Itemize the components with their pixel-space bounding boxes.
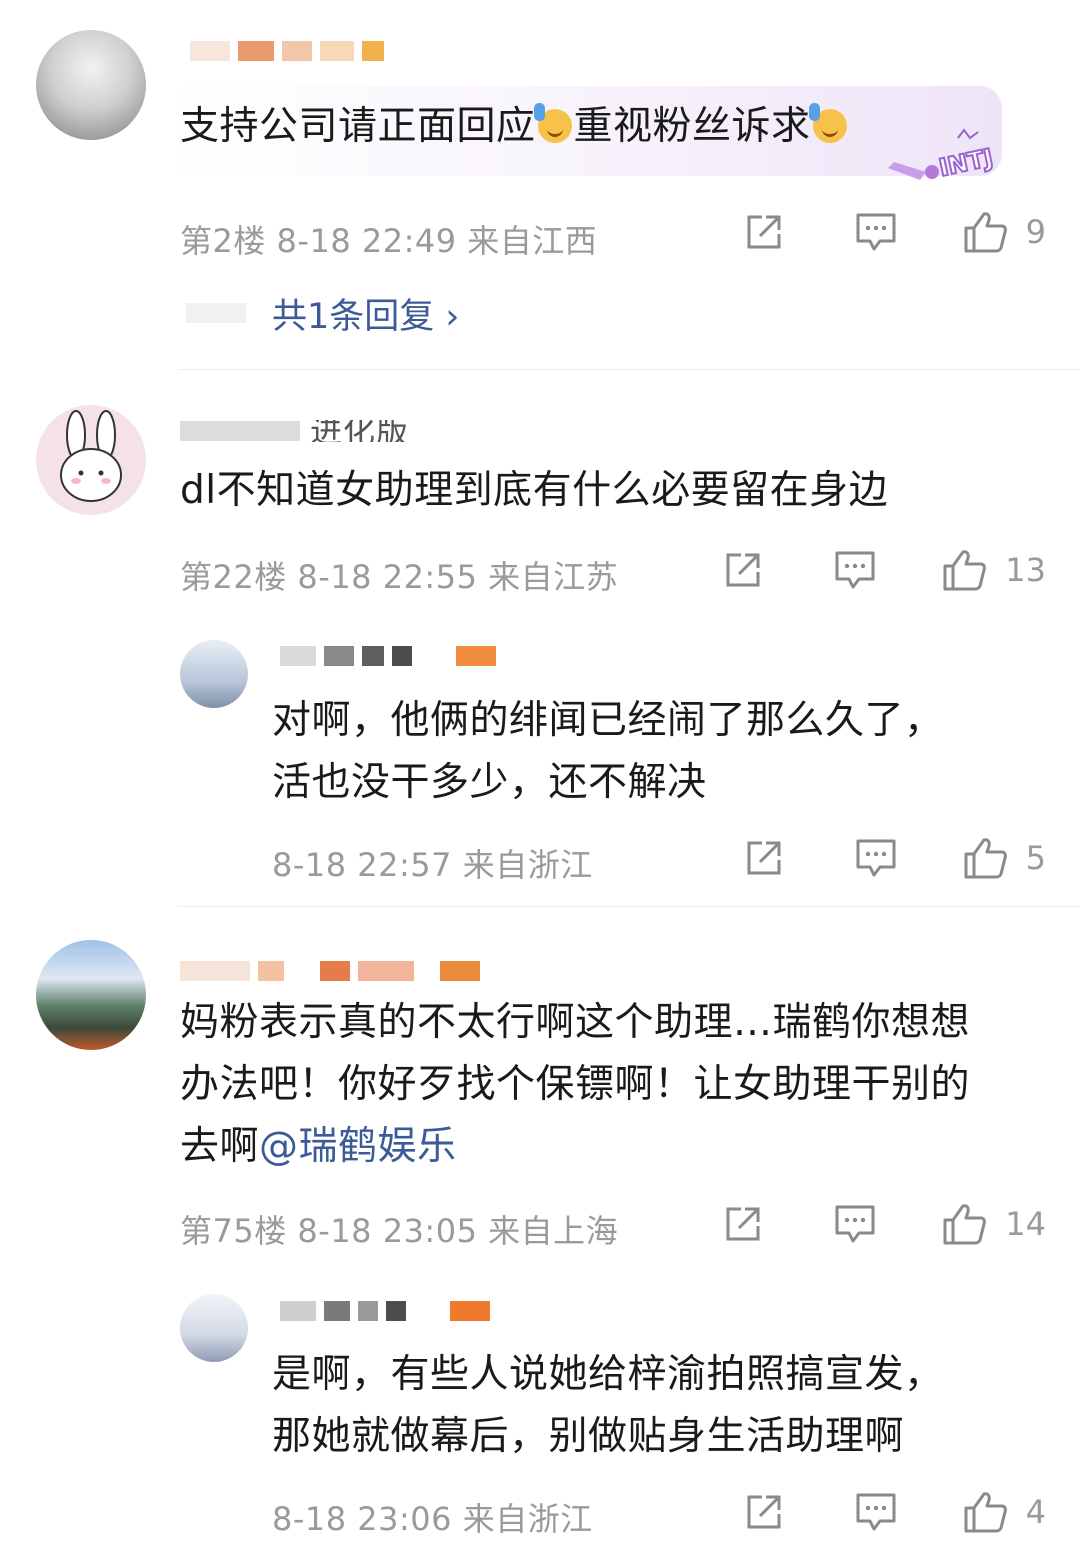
username-blurred	[180, 960, 480, 982]
like-count: 13	[1005, 551, 1046, 589]
intj-badge-icon: INTJ	[888, 128, 996, 183]
like-count: 4	[1025, 1493, 1046, 1531]
username-blurred	[280, 1300, 490, 1322]
comment-text: 支持公司请正面回应 重视粉丝诉求	[180, 96, 849, 158]
raised-hand-emoji-icon	[533, 103, 572, 143]
share-icon	[723, 550, 763, 590]
location: 来自江苏	[488, 558, 619, 596]
comment-text: dl不知道女助理到底有什么必要留在身边	[180, 468, 889, 513]
comment-icon	[833, 1203, 877, 1245]
avatar[interactable]	[36, 405, 146, 515]
comment-meta: 8-18 22:57 来自浙江	[272, 840, 593, 886]
share-icon	[723, 1204, 763, 1244]
like-count: 9	[1025, 213, 1046, 251]
reply-text: 对啊，他俩的绯闻已经闹了那么久了， 活也没干多少，还不解决	[272, 698, 944, 805]
like-icon	[941, 1202, 987, 1246]
like-icon	[962, 836, 1008, 880]
timestamp: 8-18 22:55	[297, 558, 478, 596]
share-icon	[744, 212, 784, 252]
comment-icon	[833, 549, 877, 591]
share-button[interactable]	[723, 1204, 763, 1244]
like-count: 14	[1005, 1205, 1046, 1243]
like-button[interactable]: 4	[962, 1490, 1046, 1534]
avatar[interactable]	[180, 1294, 248, 1362]
comment-text: 妈粉表示真的不太行啊这个助理…瑞鹤你想想 办法吧！你好歹找个保镖啊！让女助理干别…	[180, 1000, 971, 1169]
like-icon	[941, 548, 987, 592]
comment-actions: 9	[744, 210, 1046, 254]
like-button[interactable]: 5	[962, 836, 1046, 880]
like-icon	[962, 1490, 1008, 1534]
location: 来自浙江	[462, 846, 593, 884]
floor-number: 第2楼	[180, 222, 266, 260]
comment-meta: 第2楼 8-18 22:49 来自江西	[180, 216, 597, 262]
replier-blurred	[186, 302, 246, 324]
divider	[178, 906, 1080, 907]
view-replies-link[interactable]: 共1条回复 ›	[272, 288, 459, 339]
floor-number: 第75楼	[180, 1212, 287, 1250]
like-count: 5	[1025, 839, 1046, 877]
share-icon	[744, 838, 784, 878]
comment-meta: 8-18 23:06 来自浙江	[272, 1494, 593, 1540]
avatar[interactable]	[36, 940, 146, 1050]
like-icon	[962, 210, 1008, 254]
location: 来自江西	[467, 222, 598, 260]
raised-hand-emoji-icon	[808, 103, 847, 143]
share-button[interactable]	[744, 838, 784, 878]
divider	[178, 369, 1080, 370]
timestamp: 8-18 23:05	[297, 1212, 478, 1250]
comment-icon	[854, 837, 898, 879]
share-button[interactable]	[744, 212, 784, 252]
comment-icon	[854, 1491, 898, 1533]
comment-meta: 第22楼 8-18 22:55 来自江苏	[180, 552, 618, 598]
share-button[interactable]	[744, 1492, 784, 1532]
reply-button[interactable]	[833, 549, 877, 591]
bunny-avatar-icon	[60, 410, 122, 502]
avatar[interactable]	[180, 640, 248, 708]
avatar[interactable]	[36, 30, 146, 140]
comment-actions: 14	[723, 1202, 1046, 1246]
timestamp: 8-18 22:57	[272, 846, 453, 884]
username-blurred[interactable]	[190, 40, 384, 62]
location: 来自浙江	[462, 1500, 593, 1538]
reply-button[interactable]	[854, 837, 898, 879]
comment-actions: 13	[723, 548, 1046, 592]
share-button[interactable]	[723, 550, 763, 590]
mention-link[interactable]: @瑞鹤娱乐	[259, 1124, 457, 1169]
timestamp: 8-18 22:49	[276, 222, 457, 260]
username-blurred	[280, 645, 496, 667]
share-icon	[744, 1492, 784, 1532]
svg-text:INTJ: INTJ	[936, 143, 995, 182]
comment-actions: 4	[744, 1490, 1046, 1534]
timestamp: 8-18 23:06	[272, 1500, 453, 1538]
like-button[interactable]: 13	[941, 548, 1046, 592]
comment-icon	[854, 211, 898, 253]
reply-button[interactable]	[833, 1203, 877, 1245]
comment-actions: 5	[744, 836, 1046, 880]
comment-meta: 第75楼 8-18 23:05 来自上海	[180, 1206, 618, 1252]
username-blurred	[180, 420, 300, 442]
floor-number: 第22楼	[180, 558, 287, 596]
reply-button[interactable]	[854, 1491, 898, 1533]
like-button[interactable]: 14	[941, 1202, 1046, 1246]
location: 来自上海	[488, 1212, 619, 1250]
reply-button[interactable]	[854, 211, 898, 253]
reply-text: 是啊，有些人说她给梓渝拍照搞宣发， 那她就做幕后，别做贴身生活助理啊	[272, 1352, 944, 1459]
like-button[interactable]: 9	[962, 210, 1046, 254]
